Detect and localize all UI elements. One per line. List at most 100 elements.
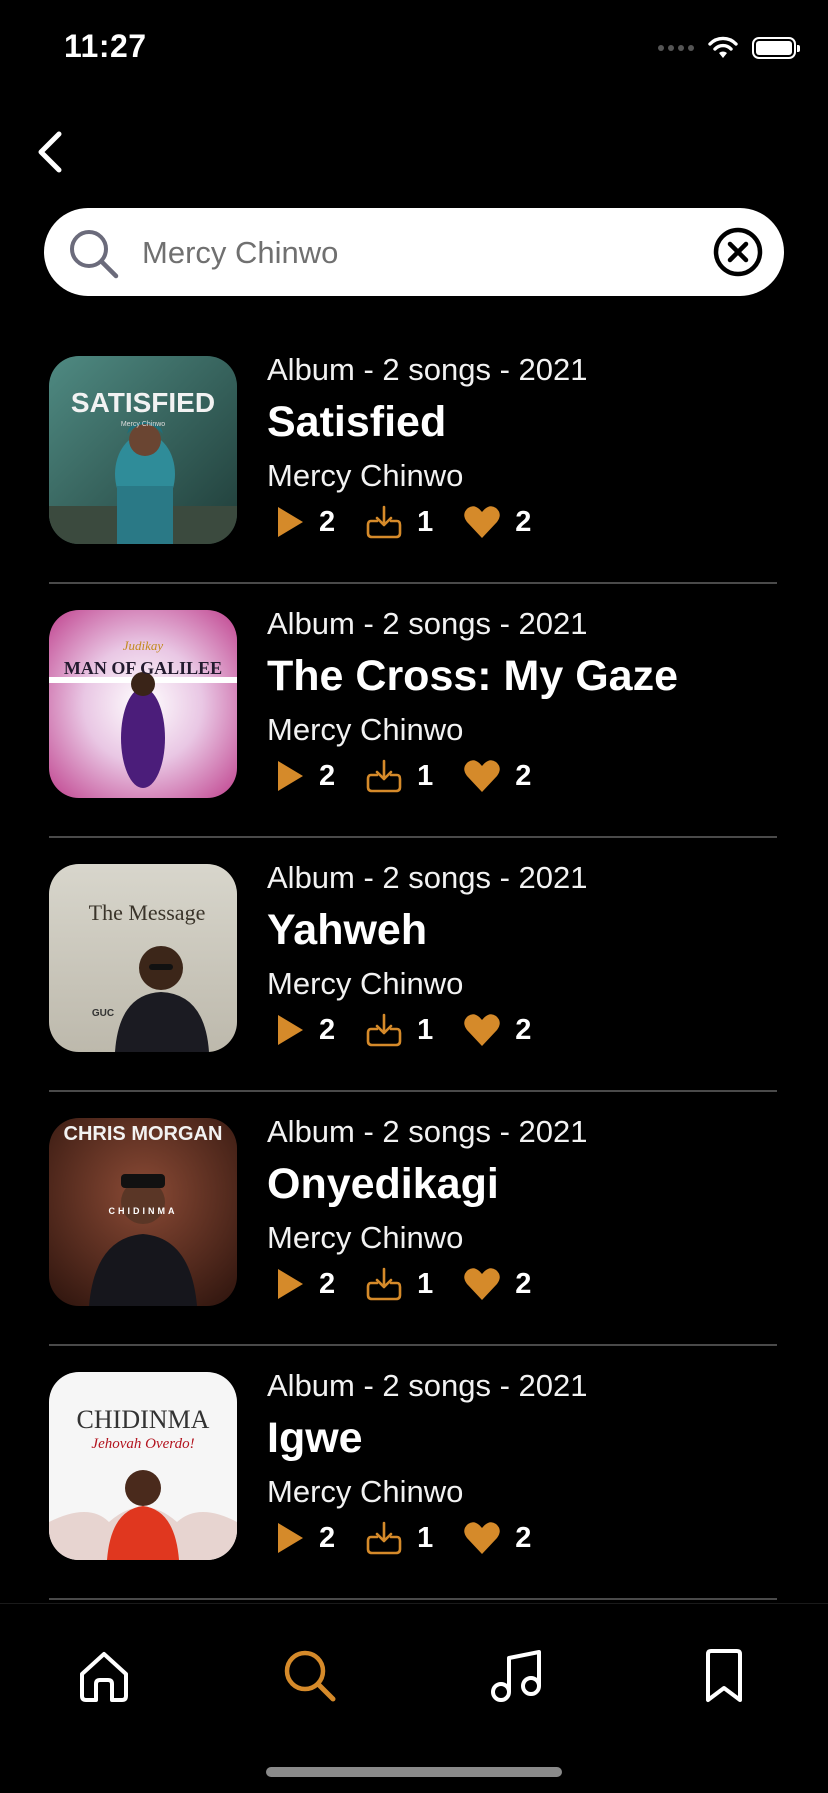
likes-stat: 2 (463, 1521, 531, 1555)
nav-bookmarks[interactable] (688, 1640, 760, 1712)
likes-count: 2 (515, 1013, 532, 1046)
album-stats: 2 1 2 (275, 502, 561, 542)
download-icon (366, 1267, 402, 1301)
download-icon (366, 759, 402, 793)
album-title: Yahweh (267, 906, 428, 954)
album-cover: CHIDINMA Jehovah Overdo! (49, 1372, 237, 1560)
album-title: Igwe (267, 1414, 363, 1462)
downloads-count: 1 (417, 505, 434, 538)
album-list-item[interactable]: MAN OF GALILEE Judikay Album - 2 songs -… (49, 584, 777, 838)
heart-icon (464, 760, 501, 792)
heart-icon (464, 1014, 501, 1046)
album-list-item[interactable]: SATISFIED Mercy Chinwo Album - 2 songs -… (49, 330, 777, 584)
plays-count: 2 (319, 1013, 336, 1046)
cover-subtext: GUC (92, 1008, 114, 1019)
album-artist: Mercy Chinwo (267, 1474, 464, 1509)
home-icon (80, 1652, 128, 1702)
plays-stat: 2 (275, 759, 335, 793)
album-cover: MAN OF GALILEE Judikay (49, 610, 237, 798)
album-artist: Mercy Chinwo (267, 1220, 464, 1255)
download-icon (366, 1521, 402, 1555)
album-artist: Mercy Chinwo (267, 458, 464, 493)
divider (49, 1598, 777, 1600)
album-cover: CHRIS MORGAN CHIDINMA (49, 1118, 237, 1306)
album-meta: Album - 2 songs - 2021 (267, 1114, 588, 1149)
battery-icon (752, 37, 800, 59)
likes-count: 2 (515, 1267, 532, 1300)
close-circle-icon (713, 227, 763, 277)
search-bar[interactable] (44, 208, 784, 296)
downloads-stat: 1 (365, 759, 433, 793)
downloads-count: 1 (417, 759, 434, 792)
cellular-signal-icon (658, 45, 694, 51)
download-icon (366, 505, 402, 539)
album-list-item[interactable]: CHRIS MORGAN CHIDINMA Album - 2 songs - … (49, 1092, 777, 1346)
plays-stat: 2 (275, 1013, 335, 1047)
bookmark-icon (706, 1649, 742, 1702)
nav-music[interactable] (480, 1640, 552, 1712)
album-stats: 2 1 2 (275, 756, 561, 796)
album-stats: 2 1 2 (275, 1010, 561, 1050)
downloads-stat: 1 (365, 1267, 433, 1301)
album-artist: Mercy Chinwo (267, 712, 464, 747)
cover-text: CHRIS MORGAN (64, 1123, 223, 1145)
heart-icon (464, 506, 501, 538)
likes-count: 2 (515, 1521, 532, 1554)
album-title: The Cross: My Gaze (267, 652, 678, 700)
likes-stat: 2 (463, 505, 531, 539)
status-time: 11:27 (64, 28, 147, 64)
search-input[interactable] (140, 222, 724, 284)
heart-icon (464, 1268, 501, 1300)
plays-stat: 2 (275, 505, 335, 539)
chevron-left-icon (38, 131, 62, 173)
search-icon (70, 230, 119, 279)
album-list-item[interactable]: The Message GUC Album - 2 songs - 2021 Y… (49, 838, 777, 1092)
album-stats: 2 1 2 (275, 1264, 561, 1304)
nav-home[interactable] (68, 1640, 140, 1712)
play-icon (278, 1015, 303, 1045)
cover-subtext: Judikay (123, 638, 164, 653)
download-icon (366, 1013, 402, 1047)
wifi-icon (708, 36, 738, 58)
bottom-nav (0, 1603, 828, 1793)
likes-count: 2 (515, 505, 532, 538)
plays-stat: 2 (275, 1267, 335, 1301)
downloads-stat: 1 (365, 505, 433, 539)
plays-count: 2 (319, 759, 336, 792)
cover-subtext: Mercy Chinwo (121, 421, 165, 428)
album-meta: Album - 2 songs - 2021 (267, 352, 588, 387)
status-bar: 11:27 (0, 0, 828, 100)
play-icon (278, 761, 303, 791)
nav-search[interactable] (274, 1640, 346, 1712)
album-stats: 2 1 2 (275, 1518, 561, 1558)
album-artist: Mercy Chinwo (267, 966, 464, 1001)
album-meta: Album - 2 songs - 2021 (267, 606, 588, 641)
album-title: Satisfied (267, 398, 447, 446)
back-button[interactable] (24, 124, 76, 180)
downloads-count: 1 (417, 1267, 434, 1300)
likes-stat: 2 (463, 759, 531, 793)
album-list-item[interactable]: CHIDINMA Jehovah Overdo! Album - 2 songs… (49, 1346, 777, 1600)
plays-count: 2 (319, 505, 336, 538)
likes-count: 2 (515, 759, 532, 792)
likes-stat: 2 (463, 1267, 531, 1301)
search-icon (284, 1650, 336, 1702)
downloads-stat: 1 (365, 1521, 433, 1555)
downloads-count: 1 (417, 1013, 434, 1046)
album-cover: The Message GUC (49, 864, 237, 1052)
plays-count: 2 (319, 1521, 336, 1554)
cover-text: MAN OF GALILEE (64, 658, 222, 678)
likes-stat: 2 (463, 1013, 531, 1047)
play-icon (278, 507, 303, 537)
plays-stat: 2 (275, 1521, 335, 1555)
play-icon (278, 1523, 303, 1553)
downloads-count: 1 (417, 1521, 434, 1554)
cover-subtext: CHIDINMA (109, 1206, 178, 1216)
clear-search-button[interactable] (712, 226, 764, 278)
cover-text: The Message (89, 900, 206, 925)
music-note-icon (491, 1650, 541, 1702)
status-icons (658, 36, 800, 60)
play-icon (278, 1269, 303, 1299)
album-meta: Album - 2 songs - 2021 (267, 860, 588, 895)
plays-count: 2 (319, 1267, 336, 1300)
